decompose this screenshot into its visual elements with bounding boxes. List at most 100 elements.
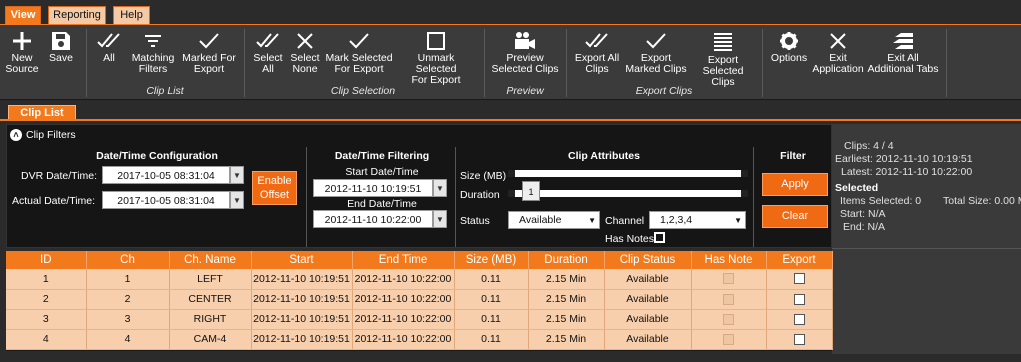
actual-datetime-field[interactable]: 2017-10-05 08:31:04 (102, 191, 230, 209)
duration-range-slider[interactable] (508, 190, 748, 197)
check-icon (199, 33, 219, 49)
col-header-id[interactable]: ID (6, 251, 87, 269)
export-checkbox[interactable] (793, 273, 805, 285)
col-header-ch[interactable]: Ch (86, 251, 170, 269)
dt-config-heading: Date/Time Configuration (96, 150, 218, 162)
total-size: Total Size: 0.00 M (943, 195, 1021, 207)
cell-end: 2012-11-10 10:22:00 (352, 289, 455, 310)
double-check-icon (97, 33, 120, 48)
table-header-row: ID Ch Ch. Name Start End Time Size (MB) … (6, 251, 833, 269)
menu-tab-reporting[interactable]: Reporting (48, 6, 106, 24)
export-all-clips-button[interactable]: Export All Clips (572, 25, 622, 75)
app-window: View Reporting Help New Source Save All … (0, 0, 1021, 362)
ribbon-separator (566, 29, 567, 97)
menu-tab-help[interactable]: Help (113, 6, 150, 24)
clear-button[interactable]: Clear (762, 205, 828, 228)
check-icon (349, 33, 369, 49)
table-row[interactable]: 1 1 LEFT 2012-11-10 10:19:51 2012-11-10 … (6, 269, 833, 290)
cell-id: 3 (6, 309, 87, 330)
end-datetime-field[interactable]: 2012-11-10 10:22:00 (313, 210, 433, 228)
col-header-export[interactable]: Export (766, 251, 833, 269)
cell-size: 0.11 (454, 329, 529, 350)
cell-has-note (691, 309, 767, 330)
duration-slider-thumb[interactable]: 1 (522, 181, 540, 201)
ribbon-separator (484, 29, 485, 97)
cell-end: 2012-11-10 10:22:00 (352, 329, 455, 350)
cell-has-note (691, 329, 767, 350)
table-row[interactable]: 3 3 RIGHT 2012-11-10 10:19:51 2012-11-10… (6, 309, 833, 330)
cell-ch: 1 (86, 269, 170, 290)
clips-count: Clips: 4 / 4 (844, 140, 894, 152)
export-checkbox[interactable] (793, 333, 805, 345)
cell-ch: 3 (86, 309, 170, 330)
section-divider (753, 147, 754, 247)
cell-status: Available (604, 289, 692, 310)
group-label-preview: Preview (506, 85, 544, 97)
dt-filter-heading: Date/Time Filtering (334, 150, 430, 162)
exit-all-label-2: Additional Tabs (867, 63, 939, 75)
start-datetime-dropdown[interactable]: ▼ (433, 179, 447, 197)
menu-tab-view[interactable]: View (5, 6, 41, 24)
table-row[interactable]: 4 4 CAM-4 2012-11-10 10:19:51 2012-11-10… (6, 329, 833, 350)
select-all-button[interactable]: Select All (250, 25, 286, 75)
has-notes-checkbox[interactable] (654, 232, 665, 243)
section-divider (306, 147, 307, 247)
start-datetime-field[interactable]: 2012-11-10 10:19:51 (313, 179, 433, 197)
col-header-has-note[interactable]: Has Note (691, 251, 767, 269)
stacked-arrow-icon (893, 33, 913, 49)
x-icon (830, 33, 846, 49)
end-datetime-label: End Date/Time (347, 198, 417, 210)
actual-datetime-dropdown[interactable]: ▼ (230, 191, 244, 209)
cell-duration: 2.15 Min (528, 269, 605, 290)
channel-select[interactable]: 1,2,3,4 ▼ (649, 211, 746, 229)
select-all-label-2: All (262, 63, 274, 75)
marked-for-export-button[interactable]: Marked For Export (180, 25, 238, 75)
export-marked-clips-button[interactable]: Export Marked Clips (624, 25, 688, 75)
show-all-label: All (103, 52, 115, 64)
cell-status: Available (604, 329, 692, 350)
preview-selected-clips-button[interactable]: Preview Selected Clips (490, 25, 560, 75)
size-range-slider[interactable] (508, 170, 748, 177)
unmark-selected-for-export-button[interactable]: Unmark Selected For Export (396, 25, 476, 86)
show-all-button[interactable]: All (92, 25, 126, 64)
save-button[interactable]: Save (45, 25, 77, 64)
plus-icon (13, 32, 31, 50)
cell-ch-name: LEFT (169, 269, 252, 290)
channel-select-value: 1,2,3,4 (660, 214, 693, 226)
col-header-end-time[interactable]: End Time (352, 251, 455, 269)
matching-filters-button[interactable]: Matching Filters (128, 25, 178, 75)
new-source-button[interactable]: New Source (3, 25, 41, 75)
size-label: Size (MB) (460, 170, 507, 182)
col-header-ch-name[interactable]: Ch. Name (169, 251, 252, 269)
cell-size: 0.11 (454, 269, 529, 290)
collapse-chevron-icon[interactable]: ˄ (10, 129, 22, 141)
col-header-start[interactable]: Start (251, 251, 353, 269)
enable-offset-button[interactable]: Enable Offset (252, 171, 297, 205)
apply-button[interactable]: Apply (762, 173, 828, 196)
cell-status: Available (604, 269, 692, 290)
cell-ch-name: CENTER (169, 289, 252, 310)
exit-all-additional-tabs-button[interactable]: Exit All Additional Tabs (866, 25, 940, 75)
clip-filters-panel: ˄ Clip Filters Date/Time Configuration D… (6, 124, 832, 248)
end-datetime-dropdown[interactable]: ▼ (433, 210, 447, 228)
dvr-datetime-dropdown[interactable]: ▼ (230, 166, 244, 184)
export-checkbox[interactable] (793, 293, 805, 305)
export-selected-clips-button[interactable]: Export Selected Clips (690, 25, 756, 88)
group-label-export-clips: Export Clips (635, 85, 693, 97)
dvr-datetime-field[interactable]: 2017-10-05 08:31:04 (102, 166, 230, 184)
cell-size: 0.11 (454, 309, 529, 330)
select-none-button[interactable]: Select None (288, 25, 322, 75)
col-header-size[interactable]: Size (MB) (454, 251, 529, 269)
cell-end: 2012-11-10 10:22:00 (352, 269, 455, 290)
table-row[interactable]: 2 2 CENTER 2012-11-10 10:19:51 2012-11-1… (6, 289, 833, 310)
col-header-duration[interactable]: Duration (528, 251, 605, 269)
mark-selected-for-export-button[interactable]: Mark Selected For Export (324, 25, 394, 75)
cell-ch-name: RIGHT (169, 309, 252, 330)
tab-clip-list[interactable]: Clip List (8, 105, 76, 120)
export-checkbox[interactable] (793, 313, 805, 325)
status-select[interactable]: Available ▼ (508, 211, 600, 229)
exit-application-button[interactable]: Exit Application (810, 25, 866, 75)
matching-filters-label-2: Filters (138, 63, 168, 75)
col-header-clip-status[interactable]: Clip Status (604, 251, 692, 269)
options-button[interactable]: Options (766, 25, 812, 64)
